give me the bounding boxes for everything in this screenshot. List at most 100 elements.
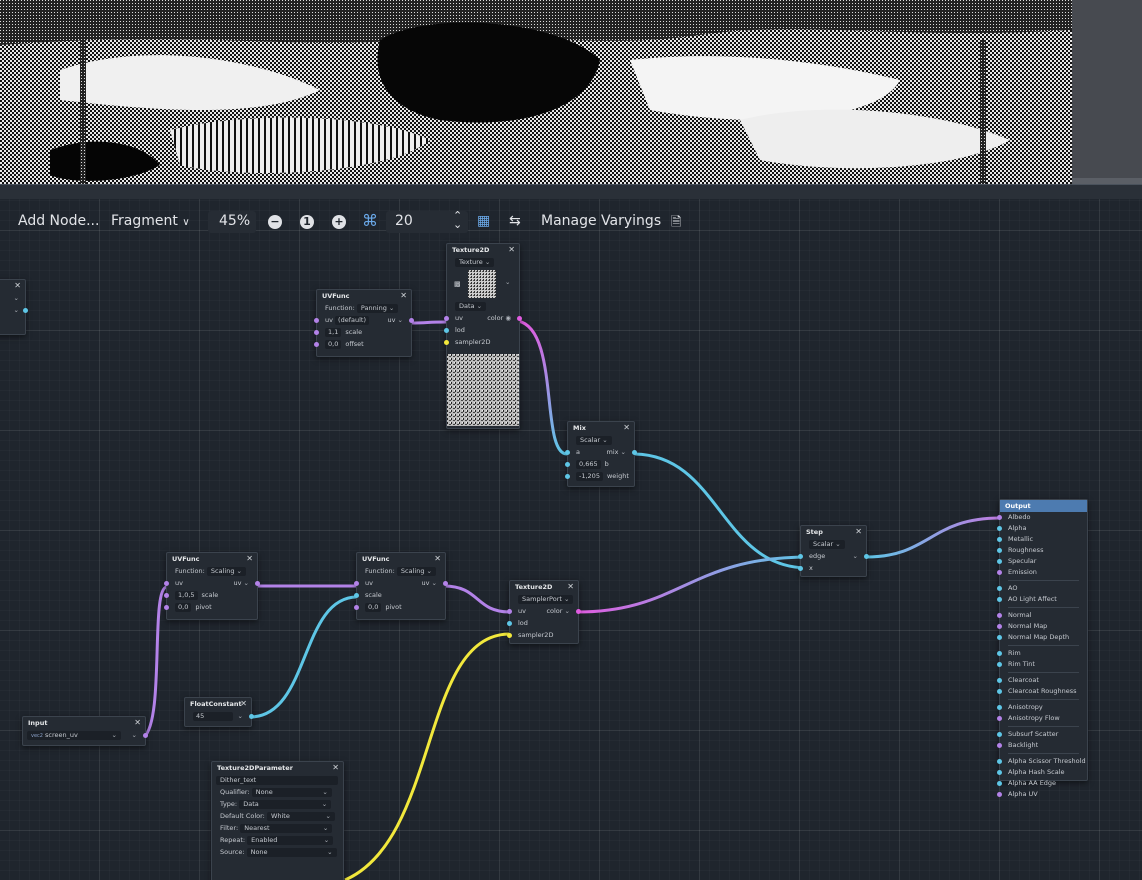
chevron-down-icon[interactable]: ⌄ xyxy=(398,316,403,324)
offscreen-node[interactable]: ✕ ⌄ ⌄ xyxy=(0,279,28,335)
uv-input-port[interactable] xyxy=(314,317,319,323)
x-input-port[interactable] xyxy=(798,565,803,571)
uv-output-port[interactable] xyxy=(443,580,448,586)
function-dropdown[interactable]: Scaling ⌄ xyxy=(396,567,436,576)
pivot-value[interactable]: 0,0 xyxy=(365,603,382,612)
output-input-port[interactable] xyxy=(997,732,1002,737)
output-port-row[interactable]: AO Light Affect xyxy=(997,594,1087,605)
function-dropdown[interactable]: Scaling ⌄ xyxy=(206,567,246,576)
input-output-port[interactable] xyxy=(143,732,148,738)
output-port-row[interactable]: Anisotropy Flow xyxy=(997,713,1087,724)
output-input-port[interactable] xyxy=(997,624,1002,629)
output-port-row[interactable]: Albedo xyxy=(997,512,1087,523)
output-port[interactable] xyxy=(23,307,28,313)
close-icon[interactable]: ✕ xyxy=(567,581,574,593)
output-port-row[interactable]: Alpha Hash Scale xyxy=(997,767,1087,778)
pivot-input-port[interactable] xyxy=(164,604,169,610)
pivot-value[interactable]: 0,0 xyxy=(175,603,192,612)
texture-slot-icon[interactable]: ▩ xyxy=(454,278,461,290)
scale-value[interactable]: 1,0,5 xyxy=(175,591,198,600)
output-input-port[interactable] xyxy=(997,705,1002,710)
floatconstant-node[interactable]: FloatConstant ✕ 45 ⌄ xyxy=(184,697,254,727)
uv-output-port[interactable] xyxy=(255,580,260,586)
close-icon[interactable]: ✕ xyxy=(623,422,630,434)
b-value[interactable]: 0,665 xyxy=(576,460,601,469)
weight-value[interactable]: -1,205 xyxy=(576,472,603,481)
close-icon[interactable]: ✕ xyxy=(134,717,141,729)
texture2dparameter-node[interactable]: Texture2DParameter ✕ Dither_text Qualifie… xyxy=(211,761,344,880)
close-icon[interactable]: ✕ xyxy=(855,526,862,538)
chevron-down-icon[interactable]: ⌄ xyxy=(432,579,437,587)
close-icon[interactable]: ✕ xyxy=(14,280,21,292)
output-input-port[interactable] xyxy=(997,759,1002,764)
step-node[interactable]: Step ✕ Scalar ⌄ edge ⌄ x xyxy=(798,525,869,577)
output-input-port[interactable] xyxy=(997,537,1002,542)
output-port-row[interactable]: Specular xyxy=(997,556,1087,567)
uvfunc-node-scaling-mid[interactable]: UVFunc ✕ Function: Scaling ⌄ uv uv ⌄ scale… xyxy=(354,552,448,620)
sampler-input-port[interactable] xyxy=(444,339,449,345)
output-input-port[interactable] xyxy=(997,515,1002,520)
filter-dropdown[interactable]: Nearest ⌄ xyxy=(240,824,333,833)
output-port-row[interactable]: Clearcoat xyxy=(997,675,1087,686)
output-input-port[interactable] xyxy=(997,651,1002,656)
chevron-down-icon[interactable]: ⌄ xyxy=(621,448,626,456)
float-value[interactable]: 45 xyxy=(193,712,233,721)
uvfunc-node-scaling-left[interactable]: UVFunc ✕ Function: Scaling ⌄ uv uv ⌄ 1,0,5… xyxy=(164,552,260,620)
output-port-row[interactable]: Normal Map Depth xyxy=(997,632,1087,643)
output-input-port[interactable] xyxy=(997,548,1002,553)
output-port-row[interactable]: Normal Map xyxy=(997,621,1087,632)
output-port-row[interactable]: Emission xyxy=(997,567,1087,578)
output-input-port[interactable] xyxy=(997,678,1002,683)
close-icon[interactable]: ✕ xyxy=(332,762,339,774)
output-input-port[interactable] xyxy=(997,526,1002,531)
output-input-port[interactable] xyxy=(997,597,1002,602)
output-port-row[interactable]: Alpha xyxy=(997,523,1087,534)
output-input-port[interactable] xyxy=(997,689,1002,694)
texture2d-node-sampler[interactable]: Texture2D ✕ SamplerPort ⌄ uv color ⌄ lod s… xyxy=(507,580,581,644)
source-dropdown[interactable]: Texture ⌄ xyxy=(455,258,495,267)
output-port-row[interactable]: Alpha UV xyxy=(997,789,1087,800)
output-input-port[interactable] xyxy=(997,792,1002,797)
close-icon[interactable]: ✕ xyxy=(246,553,253,565)
output-input-port[interactable] xyxy=(997,586,1002,591)
output-port-row[interactable]: Subsurf Scatter xyxy=(997,729,1087,740)
chevron-down-icon[interactable]: ⌄ xyxy=(238,712,243,720)
output-port-row[interactable]: Rim Tint xyxy=(997,659,1087,670)
output-port-row[interactable]: Metallic xyxy=(997,534,1087,545)
edge-input-port[interactable] xyxy=(798,553,803,559)
noise-texture-thumbnail[interactable] xyxy=(468,270,496,298)
function-dropdown[interactable]: Panning ⌄ xyxy=(356,304,399,313)
chevron-down-icon[interactable]: ⌄ xyxy=(132,731,137,739)
type-dropdown[interactable]: Data ⌄ xyxy=(239,800,332,809)
uv-input-port[interactable] xyxy=(507,608,512,614)
visual-shader-graph[interactable]: Add Node... Fragment ∨ 45% − 1 + ⌘ 20 ⌃ ⌄… xyxy=(0,199,1142,880)
output-port-row[interactable]: Roughness xyxy=(997,545,1087,556)
output-input-port[interactable] xyxy=(997,716,1002,721)
color-output-port[interactable] xyxy=(576,608,581,614)
chevron-down-icon[interactable]: ⌄ xyxy=(853,552,858,560)
step-output-port[interactable] xyxy=(864,553,869,559)
output-port-row[interactable]: Rim xyxy=(997,648,1087,659)
color-output-port[interactable] xyxy=(517,315,522,321)
offset-value[interactable]: 0,0 xyxy=(325,340,342,349)
output-port-row[interactable]: Alpha AA Edge xyxy=(997,778,1087,789)
chevron-down-icon[interactable]: ⌄ xyxy=(14,306,19,314)
output-port-row[interactable]: Alpha Scissor Threshold xyxy=(997,756,1087,767)
output-input-port[interactable] xyxy=(997,770,1002,775)
output-port-row[interactable]: Backlight xyxy=(997,740,1087,751)
type-dropdown[interactable]: Scalar ⌄ xyxy=(809,540,845,549)
lod-input-port[interactable] xyxy=(444,327,449,333)
scale-input-port[interactable] xyxy=(354,592,359,598)
texture2d-node-top[interactable]: Texture2D ✕ Texture ⌄ ▩ ⌄ Data ⌄ uv color … xyxy=(444,243,522,429)
float-output-port[interactable] xyxy=(249,713,254,719)
a-input-port[interactable] xyxy=(565,449,570,455)
output-port-row[interactable]: AO xyxy=(997,583,1087,594)
offset-input-port[interactable] xyxy=(314,341,319,347)
source-dropdown[interactable]: SamplerPort ⌄ xyxy=(518,595,574,604)
close-icon[interactable]: ✕ xyxy=(240,698,247,710)
panel-splitter[interactable] xyxy=(0,184,1142,200)
scale-value[interactable]: 1,1 xyxy=(325,328,342,337)
mix-output-port[interactable] xyxy=(632,449,637,455)
close-icon[interactable]: ✕ xyxy=(400,290,407,302)
output-port-row[interactable]: Anisotropy xyxy=(997,702,1087,713)
